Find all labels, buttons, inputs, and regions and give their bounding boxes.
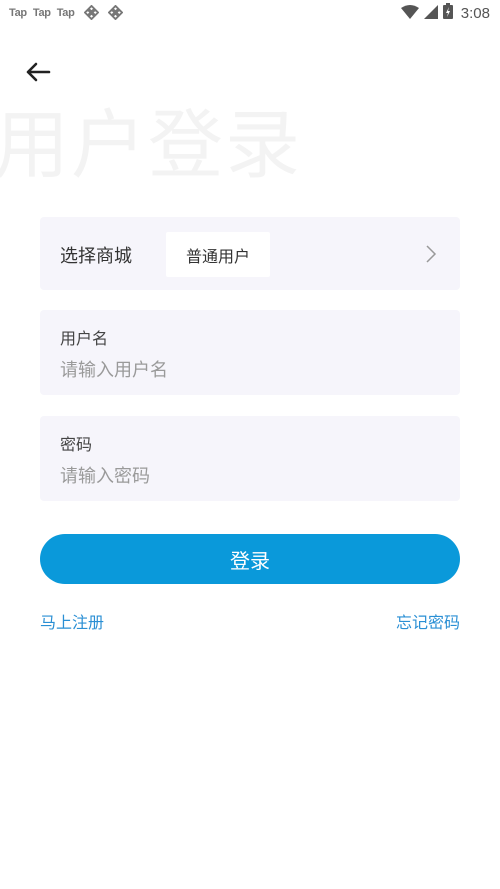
login-button[interactable]: 登录 [40,534,460,584]
username-input[interactable] [60,356,440,384]
battery-charging-icon [442,3,453,23]
tap-notification-icon: Tap [9,6,27,19]
signal-icon [423,4,438,23]
forgot-password-link[interactable]: 忘记密码 [396,609,460,633]
username-label: 用户名 [60,329,109,348]
page-title-watermark: 用户登录 [0,101,303,189]
clock: 3:08 [460,4,490,22]
arrow-left-icon [25,62,51,86]
store-selector[interactable]: 选择商城 普通用户 [40,217,460,290]
store-selector-label: 选择商城 [60,246,132,267]
username-field-card: 用户名 [40,310,460,395]
status-bar: Tap Tap Tap 3:08 [0,0,500,26]
password-field-card: 密码 [40,416,460,501]
notification-area: Tap Tap Tap [9,4,123,21]
store-selector-value[interactable]: 普通用户 [166,232,270,277]
sync-icon [83,4,99,21]
wifi-icon [400,4,419,23]
password-input[interactable] [60,462,440,490]
password-label: 密码 [60,435,93,454]
sync-icon [107,4,123,21]
tap-notification-icon: Tap [56,6,75,19]
register-link[interactable]: 马上注册 [40,609,104,633]
chevron-right-icon[interactable] [424,244,438,264]
back-button[interactable] [22,58,54,90]
tap-notification-icon: Tap [32,6,51,19]
system-icons: 3:08 [400,3,490,23]
